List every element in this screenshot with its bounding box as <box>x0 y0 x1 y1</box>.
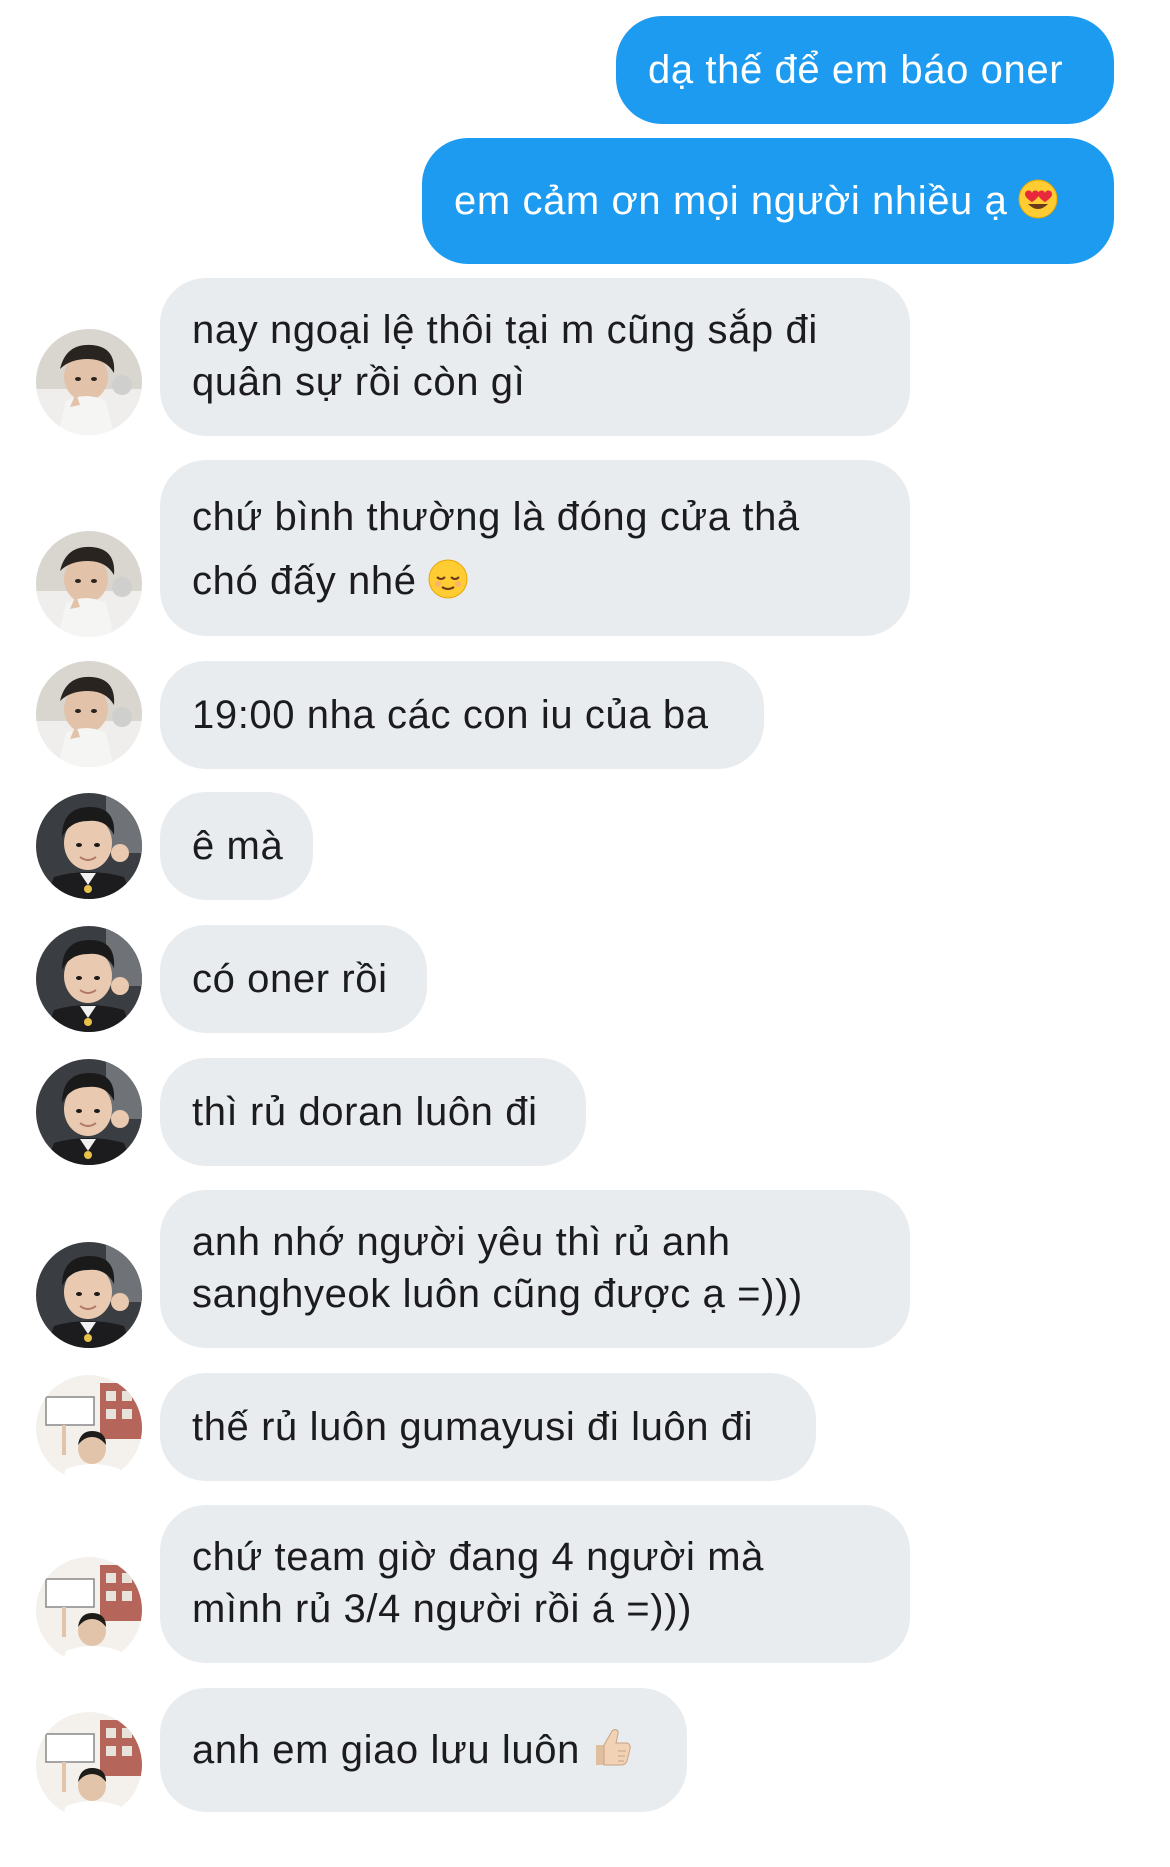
message-text: 19:00 nha các con iu của ba <box>192 693 709 737</box>
message-bubble-incoming[interactable]: anh em giao lưu luôn <box>160 1688 687 1812</box>
message-text: em cảm ơn mọi người nhiều ạ <box>454 179 1008 223</box>
avatar-photo-portrait-icon <box>36 1242 142 1348</box>
message-bubble-incoming[interactable]: thế rủ luôn gumayusi đi luôn đi <box>160 1373 816 1481</box>
message-text: anh em giao lưu luôn <box>192 1728 580 1772</box>
message-bubble-incoming[interactable]: ê mà <box>160 792 313 900</box>
message-text: dạ thế để em báo oner <box>648 48 1064 92</box>
message-line: quân sự rồi còn gì <box>192 360 526 404</box>
message-bubble-incoming[interactable]: nay ngoại lệ thôi tại m cũng sắp đi quân… <box>160 278 910 436</box>
message-line: nay ngoại lệ thôi tại m cũng sắp đi <box>192 308 818 352</box>
avatar-photo-selfie-icon <box>36 531 142 637</box>
message-line: sanghyeok luôn cũng được ạ =))) <box>192 1272 803 1316</box>
avatar-photo-sign-icon <box>36 1712 142 1818</box>
sender-avatar[interactable] <box>36 1242 142 1348</box>
message-text: có oner rồi <box>192 957 388 1001</box>
sender-avatar[interactable] <box>36 329 142 435</box>
message-line: chó đấy nhé <box>192 549 878 619</box>
sender-avatar[interactable] <box>36 793 142 899</box>
avatar-photo-selfie-icon <box>36 329 142 435</box>
message-bubble-outgoing[interactable]: em cảm ơn mọi người nhiều ạ <box>422 138 1114 264</box>
sender-avatar[interactable] <box>36 1059 142 1165</box>
sender-avatar[interactable] <box>36 1712 142 1818</box>
message-text: thế rủ luôn gumayusi đi luôn đi <box>192 1405 754 1449</box>
heart-eyes-emoji-icon <box>1017 178 1059 233</box>
sender-avatar[interactable] <box>36 1375 142 1481</box>
message-line: chứ team giờ đang 4 người mà <box>192 1535 764 1579</box>
avatar-photo-sign-icon <box>36 1375 142 1481</box>
message-bubble-incoming[interactable]: 19:00 nha các con iu của ba <box>160 661 764 769</box>
message-bubble-incoming[interactable]: có oner rồi <box>160 925 427 1033</box>
avatar-photo-portrait-icon <box>36 793 142 899</box>
avatar-photo-selfie-icon <box>36 661 142 767</box>
sender-avatar[interactable] <box>36 531 142 637</box>
sender-avatar[interactable] <box>36 1557 142 1663</box>
message-bubble-outgoing[interactable]: dạ thế để em báo oner <box>616 16 1114 124</box>
avatar-photo-portrait-icon <box>36 926 142 1032</box>
message-line: mình rủ 3/4 người rồi á =))) <box>192 1587 692 1631</box>
relieved-face-emoji-icon <box>427 555 469 619</box>
message-line: anh nhớ người yêu thì rủ anh <box>192 1220 731 1264</box>
message-bubble-incoming[interactable]: thì rủ doran luôn đi <box>160 1058 586 1166</box>
sender-avatar[interactable] <box>36 661 142 767</box>
thumbs-up-emoji-icon <box>590 1725 634 1782</box>
sender-avatar[interactable] <box>36 926 142 1032</box>
message-bubble-incoming[interactable]: chứ team giờ đang 4 người mà mình rủ 3/4… <box>160 1505 910 1663</box>
message-bubble-incoming[interactable]: anh nhớ người yêu thì rủ anh sanghyeok l… <box>160 1190 910 1348</box>
message-text: ê mà <box>192 824 284 868</box>
avatar-photo-portrait-icon <box>36 1059 142 1165</box>
message-text: thì rủ doran luôn đi <box>192 1090 538 1134</box>
message-bubble-incoming[interactable]: chứ bình thường là đóng cửa thả chó đấy … <box>160 460 910 636</box>
message-line: chứ bình thường là đóng cửa thả <box>192 495 800 539</box>
avatar-photo-sign-icon <box>36 1557 142 1663</box>
